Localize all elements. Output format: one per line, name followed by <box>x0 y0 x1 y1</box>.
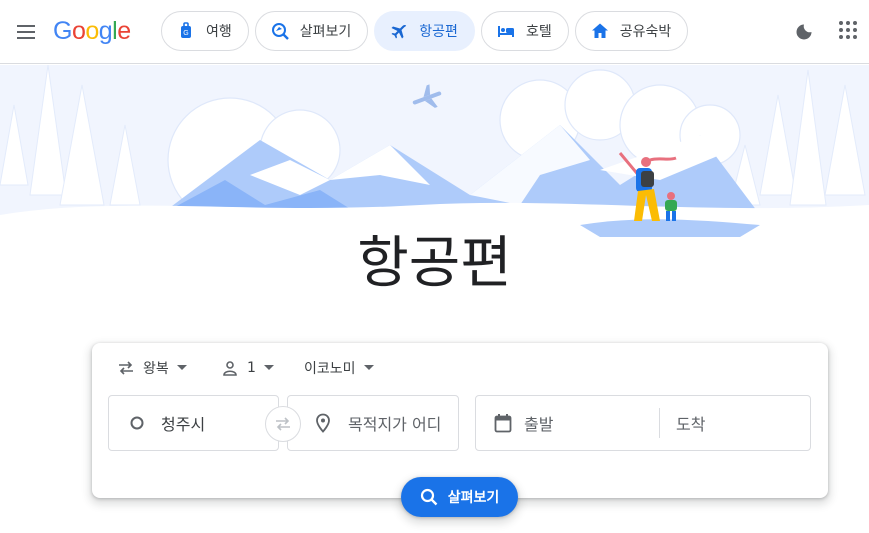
departure-date-input[interactable]: 출발 <box>524 411 659 435</box>
hero-illustration <box>0 65 869 243</box>
snowy-mountains-illustration <box>0 65 869 243</box>
chevron-down-icon <box>363 365 374 370</box>
calendar-icon <box>494 414 512 433</box>
hotel-bed-icon <box>497 26 514 37</box>
swap-arrows-icon <box>276 417 290 431</box>
home-icon <box>591 23 608 38</box>
nav-chip-label: 공유숙박 <box>619 24 672 40</box>
travel-bag-icon: G <box>181 22 191 38</box>
nav-chip-hotels[interactable]: 호텔 <box>480 11 569 51</box>
destination-field[interactable]: 목적지가 어디 <box>287 395 459 451</box>
search-icon <box>420 488 438 506</box>
trip-type-value: 왕복 <box>143 361 169 377</box>
product-nav: G 여행 살펴보기 항공편 호텔 공유숙박 <box>161 11 689 51</box>
origin-value: 청주시 <box>161 415 206 434</box>
svg-text:G: G <box>183 30 188 37</box>
trip-type-select[interactable]: 왕복 <box>117 355 187 381</box>
google-logo[interactable]: Google <box>53 16 131 46</box>
passengers-value: 1 <box>247 360 256 376</box>
passengers-select[interactable]: 1 <box>221 355 274 381</box>
destination-input[interactable]: 목적지가 어디 <box>348 411 441 435</box>
top-app-bar: Google G 여행 살펴보기 항공편 호텔 공유숙박 <box>0 0 869 64</box>
nav-chip-label: 여행 <box>206 24 232 40</box>
origin-field[interactable]: 청주시 <box>108 395 279 451</box>
main-menu-button[interactable] <box>10 16 42 48</box>
flight-search-card: 왕복 1 이코노미 청주시 목적지가 어디 출발 도착 <box>92 343 828 498</box>
google-apps-button[interactable] <box>833 15 863 45</box>
search-button[interactable]: 살펴보기 <box>401 477 518 517</box>
location-pin-icon <box>316 413 330 433</box>
origin-circle-icon <box>130 416 144 430</box>
chevron-down-icon <box>176 365 187 370</box>
apps-grid-icon <box>839 21 857 39</box>
round-trip-arrows-icon <box>119 361 133 375</box>
nav-chip-label: 항공편 <box>419 24 458 40</box>
theme-toggle-button[interactable] <box>790 18 818 46</box>
nav-chip-travel[interactable]: G 여행 <box>161 11 249 51</box>
nav-chip-explore[interactable]: 살펴보기 <box>254 11 369 51</box>
person-icon <box>223 361 237 376</box>
search-button-label: 살펴보기 <box>447 490 500 506</box>
swap-locations-button[interactable] <box>265 406 301 442</box>
explore-icon <box>271 23 289 40</box>
page-title: 항공편 <box>357 231 512 296</box>
nav-chip-label: 호텔 <box>525 24 552 40</box>
nav-chip-vacation-rentals[interactable]: 공유숙박 <box>574 11 689 51</box>
hamburger-menu-icon <box>17 25 35 39</box>
chevron-down-icon <box>263 365 274 370</box>
nav-chip-flights[interactable]: 항공편 <box>374 11 475 51</box>
flight-icon <box>391 24 407 39</box>
cabin-class-value: 이코노미 <box>304 361 356 377</box>
nav-chip-label: 살펴보기 <box>299 24 352 40</box>
return-date-input[interactable]: 도착 <box>676 411 705 435</box>
dark-mode-moon-icon <box>796 24 812 40</box>
date-divider <box>659 408 660 438</box>
date-range-field: 출발 도착 <box>475 395 811 451</box>
cabin-class-select[interactable]: 이코노미 <box>304 355 374 381</box>
